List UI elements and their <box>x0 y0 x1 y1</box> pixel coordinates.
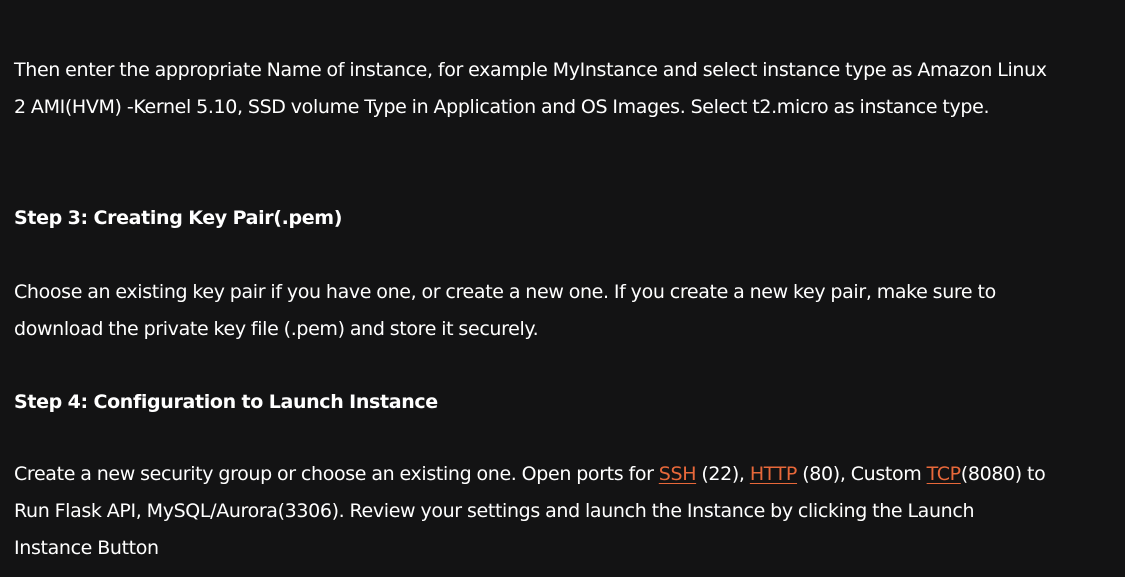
tcp-link[interactable]: TCP <box>927 463 962 485</box>
security-text-2: (22), <box>696 463 750 485</box>
ssh-link[interactable]: SSH <box>659 463 697 485</box>
security-group-paragraph: Create a new security group or choose an… <box>14 456 1054 567</box>
http-link[interactable]: HTTP <box>750 463 798 485</box>
instance-name-paragraph: Then enter the appropriate Name of insta… <box>14 59 1047 118</box>
step-3-heading: Step 3: Creating Key Pair(.pem) <box>14 207 343 229</box>
security-text-3: (80), Custom <box>797 463 927 485</box>
step-4-heading: Step 4: Configuration to Launch Instance <box>14 391 438 413</box>
key-pair-paragraph: Choose an existing key pair if you have … <box>14 281 996 340</box>
article-content: Then enter the appropriate Name of insta… <box>0 0 1125 577</box>
security-text-1: Create a new security group or choose an… <box>14 463 659 485</box>
